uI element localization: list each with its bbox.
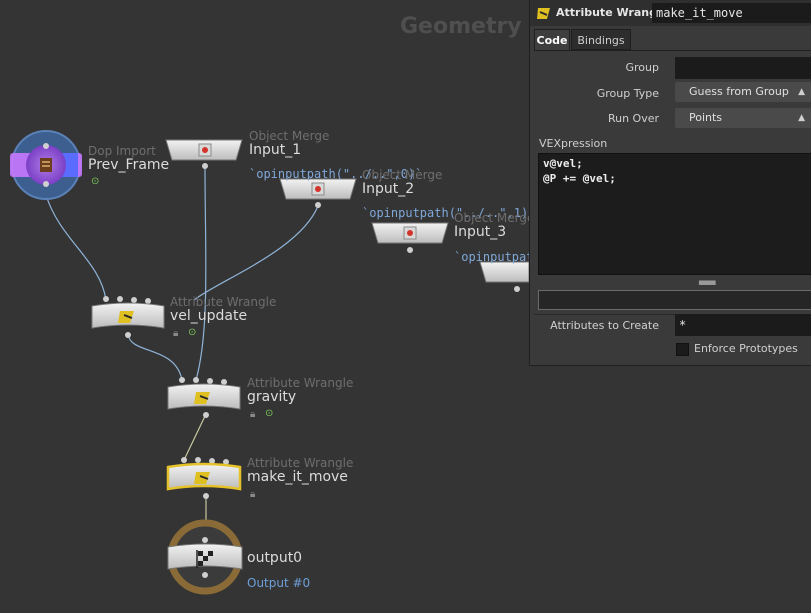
node-partial[interactable] — [479, 261, 530, 292]
run-over-label: Run Over — [607, 112, 659, 125]
attributes-to-create-label: Attributes to Create — [550, 319, 659, 332]
node-type-label: Object Merge — [249, 129, 330, 143]
node-vel-update[interactable] — [91, 296, 165, 338]
node-input-1[interactable] — [165, 139, 243, 169]
expression-field[interactable] — [538, 290, 811, 310]
node-type-label: Attribute Wrangle — [247, 456, 354, 470]
vex-code-editor[interactable]: v@vel; @P += @vel; — [538, 153, 811, 275]
display-flag-icon[interactable]: ⊙ — [91, 176, 99, 187]
menu-arrows-icon: ▲ — [798, 113, 805, 123]
display-flag-icon[interactable]: ⊙ — [265, 408, 273, 419]
wire-input1-to-gravity — [195, 167, 207, 381]
node-output0[interactable] — [167, 519, 243, 595]
resize-grip-icon[interactable]: ▪▪▪▪ — [698, 278, 716, 288]
output-index-label: Output #0 — [247, 576, 311, 590]
parameter-panel: Attribute Wrangle make_it_move Code Bind… — [529, 0, 811, 366]
wire-input2-to-vel-update — [193, 205, 319, 301]
node-type-label: Object Merge — [362, 168, 443, 182]
node-name-label[interactable]: make_it_move — [247, 469, 348, 485]
node-name-label[interactable]: Input_1 — [249, 142, 301, 158]
code-line: @P += @vel; — [543, 172, 616, 185]
lock-icon[interactable]: 🔒︎ — [250, 489, 255, 500]
enforce-prototypes-label: Enforce Prototypes — [694, 342, 798, 355]
node-name-label[interactable]: output0 — [247, 550, 302, 566]
group-type-value: Guess from Group — [689, 85, 789, 98]
run-over-value: Points — [689, 111, 723, 124]
wire-prev-frame-to-vel-update — [45, 194, 107, 301]
node-name-field[interactable]: make_it_move — [652, 3, 811, 23]
node-type-label: Dop Import — [88, 144, 156, 158]
group-type-menu[interactable]: Guess from Group ▲ — [675, 82, 811, 102]
node-type-label: Attribute Wrangle — [170, 295, 277, 309]
lock-icon[interactable]: 🔒︎ — [173, 328, 178, 339]
node-type-label: Object Merge — [454, 211, 535, 225]
node-name-label[interactable]: vel_update — [170, 308, 247, 324]
node-name-label[interactable]: Input_2 — [362, 181, 414, 197]
run-over-menu[interactable]: Points ▲ — [675, 108, 811, 128]
context-label: Geometry — [400, 14, 522, 39]
menu-arrows-icon: ▲ — [798, 87, 805, 97]
wrangle-icon — [537, 8, 550, 19]
node-gravity[interactable] — [167, 377, 241, 418]
node-input-3[interactable] — [371, 222, 449, 253]
wire-gravity-to-make-it-move — [183, 413, 207, 461]
node-input-2[interactable] — [279, 178, 357, 208]
display-flag-icon[interactable]: ⊙ — [188, 327, 196, 338]
group-field[interactable] — [675, 57, 811, 79]
node-name-label[interactable]: Input_3 — [454, 224, 506, 240]
node-prev-frame[interactable] — [10, 130, 82, 200]
node-name-label[interactable]: gravity — [247, 389, 296, 405]
enforce-prototypes-checkbox[interactable] — [676, 343, 689, 356]
parameter-header: Attribute Wrangle make_it_move — [530, 0, 811, 26]
node-expression: `opinputpat — [454, 250, 534, 264]
lock-icon[interactable]: 🔒︎ — [250, 409, 255, 420]
code-line: v@vel; — [543, 157, 583, 170]
node-make-it-move[interactable] — [166, 457, 242, 499]
group-type-label: Group Type — [596, 87, 659, 100]
attributes-to-create-field[interactable]: * — [675, 314, 811, 336]
tab-code[interactable]: Code — [534, 29, 570, 50]
node-name-label[interactable]: Prev_Frame — [88, 157, 169, 173]
vexpression-label: VEXpression — [539, 137, 608, 150]
tab-bindings[interactable]: Bindings — [571, 29, 631, 50]
dop-import-icon — [40, 158, 52, 172]
group-label: Group — [625, 61, 660, 74]
node-type-label: Attribute Wrangle — [247, 376, 354, 390]
wire-vel-update-to-gravity — [127, 333, 183, 381]
